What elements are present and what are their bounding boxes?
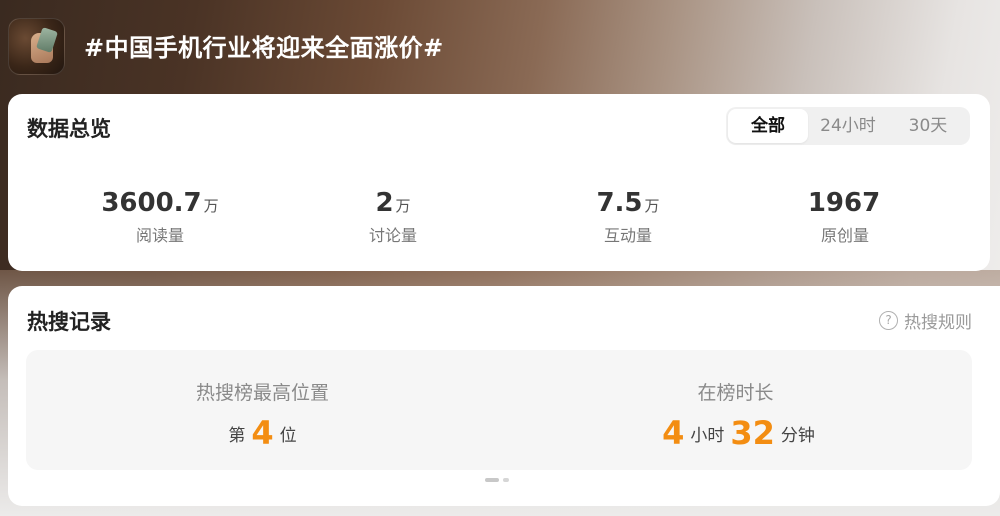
stat-reads-unit: 万 [203,197,219,215]
hot-search-card: 热搜记录 ? 热搜规则 热搜榜最高位置 第4位 在榜时长 4 小时 32 分钟 [8,286,1000,506]
highest-rank-block: 热搜榜最高位置 第4位 [26,350,499,470]
stat-originals-value: 1967 [807,188,881,218]
duration-minutes-unit: 分钟 [780,426,815,446]
duration-hours: 4 [662,414,685,452]
stat-originals: 1967 原创量 [745,186,945,246]
stat-reads: 3600.7 万 阅读量 [60,186,260,246]
pager-dot-1[interactable] [485,478,499,482]
stat-originals-label: 原创量 [820,226,869,245]
duration-value: 4 小时 32 分钟 [499,414,972,452]
hot-search-title: 热搜记录 [27,310,111,334]
stat-discussions: 2万 讨论量 [293,186,493,246]
stat-interactions: 7.5 万 互动量 [528,186,728,246]
data-overview-card: 数据总览 全部 24小时 30天 3600.7 万 阅读量 2万 讨论量 7.5 万… [8,94,990,271]
stat-reads-label: 阅读量 [135,226,184,245]
highest-rank-label: 热搜榜最高位置 [195,382,329,404]
rank-suffix: 位 [279,426,297,446]
stat-discussions-value: 2 [375,188,394,218]
tab-24h[interactable]: 24小时 [808,109,888,143]
hot-search-rules-link[interactable]: ? 热搜规则 [879,308,972,333]
duration-minutes: 32 [730,414,775,452]
tab-30d[interactable]: 30天 [888,109,968,143]
stat-discussions-label: 讨论量 [368,226,417,245]
time-range-selector: 全部 24小时 30天 [726,107,970,145]
rank-number: 4 [251,414,274,452]
stat-discussions-unit: 万 [395,197,411,215]
overview-title: 数据总览 [27,117,111,141]
highest-rank-value: 第4位 [26,414,499,452]
rank-prefix: 第 [228,426,246,446]
stat-interactions-unit: 万 [644,197,660,215]
stat-interactions-value: 7.5 [596,188,643,218]
topic-thumbnail[interactable] [8,18,65,75]
topic-title: #中国手机行业将迎来全面涨价# [84,34,444,62]
pager-dot-2[interactable] [503,478,509,482]
stats-row: 3600.7 万 阅读量 2万 讨论量 7.5 万 互动量 1967 原创量 [8,186,990,246]
stat-reads-value: 3600.7 [101,188,202,218]
duration-label: 在榜时长 [697,382,774,404]
phone-image-part [35,27,59,53]
question-circle-icon: ? [879,311,898,330]
pager-dots [485,478,509,482]
rules-label: 热搜规则 [904,313,972,333]
duration-hours-unit: 小时 [690,426,725,446]
hot-search-panel: 热搜榜最高位置 第4位 在榜时长 4 小时 32 分钟 [26,350,972,470]
tab-all[interactable]: 全部 [728,109,808,143]
topic-header: #中国手机行业将迎来全面涨价# [0,0,1000,92]
duration-block: 在榜时长 4 小时 32 分钟 [499,350,972,470]
stat-interactions-label: 互动量 [603,226,652,245]
